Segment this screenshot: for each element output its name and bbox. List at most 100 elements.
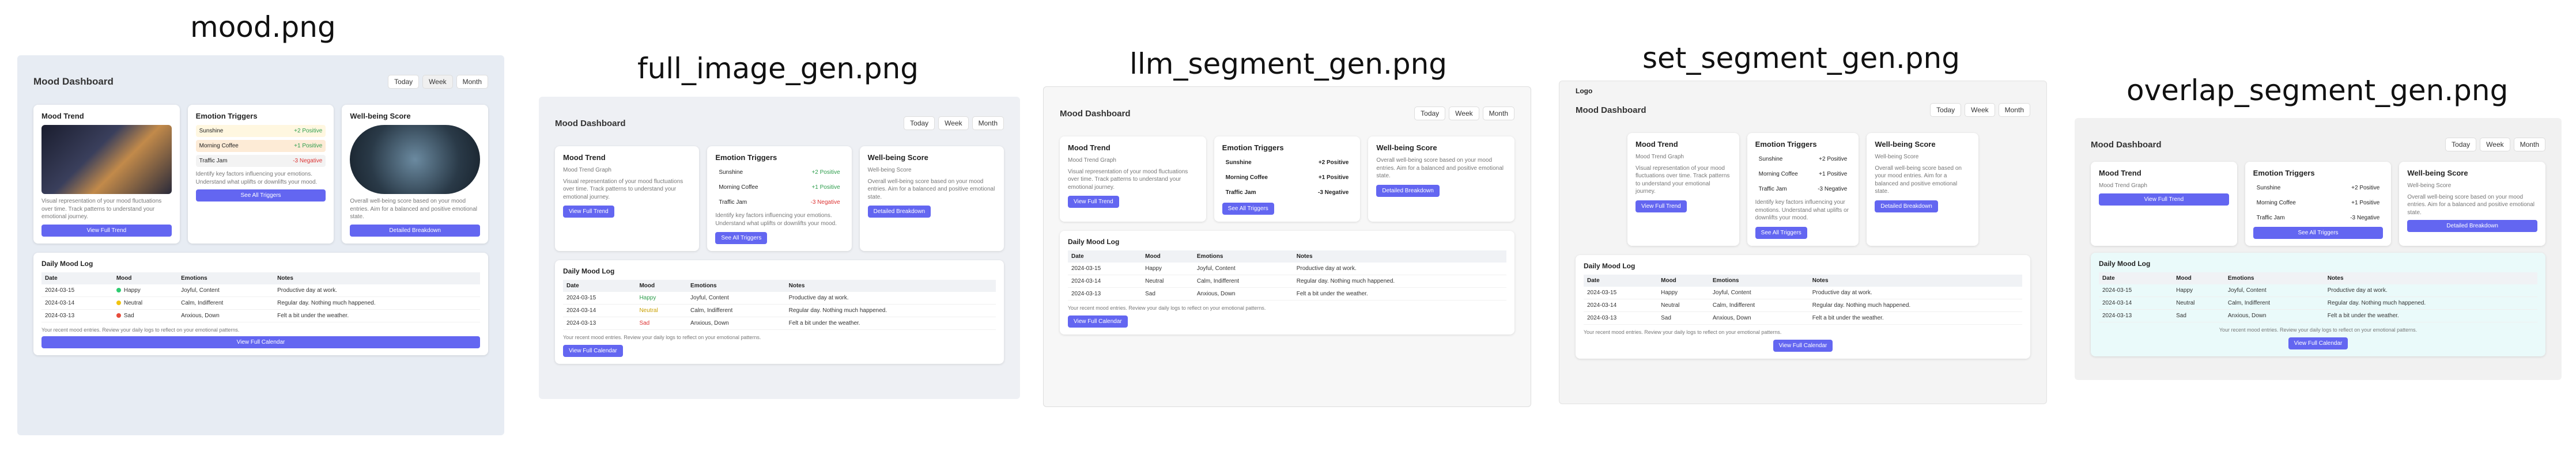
trigger-item: Traffic Jam -3 Negative xyxy=(1225,189,1349,196)
mood-trend-card: Mood Trend Mood Trend Graph Visual repre… xyxy=(555,146,700,251)
breakdown-button[interactable]: Detailed Breakdown xyxy=(350,224,481,237)
view-calendar-button[interactable]: View Full Calendar xyxy=(1068,315,1128,328)
card-title: Mood Trend xyxy=(41,112,84,120)
trigger-item: Morning Coffee +1 Positive xyxy=(195,140,326,152)
view-calendar-button[interactable]: View Full Calendar xyxy=(1773,339,1833,352)
table-row: 2024-03-14 Neutral Calm, Indifferent Regula… xyxy=(1068,275,1506,288)
trigger-item: Traffic Jam -3 Negative xyxy=(195,155,326,167)
table-row: 2024-03-14 Neutral Calm, Indifferent Regula… xyxy=(41,296,480,310)
card-title: Emotion Triggers xyxy=(195,112,258,120)
page-title: Mood Dashboard xyxy=(33,76,114,87)
view-trend-button[interactable]: View Full Trend xyxy=(563,206,614,218)
daily-log: Daily Mood Log Date Mood Emotions Notes 202… xyxy=(1060,231,1514,334)
tab-month[interactable]: Month xyxy=(456,75,488,89)
emotion-triggers-card: Emotion Triggers Sunshine +2 Positive Mor… xyxy=(707,146,852,251)
daily-log: Daily Mood Log Date Mood Emotions Notes 202… xyxy=(555,260,1004,364)
table-row: 2024-03-14 Neutral Calm, Indifferent Regula… xyxy=(2099,296,2537,310)
log-table: Date Mood Emotions Notes 2024-03-15 Happy Joy… xyxy=(1068,250,1506,301)
emotion-triggers-card: Emotion Triggers Sunshine +2 Positive Mor… xyxy=(1214,136,1361,222)
wellbeing-card: Well-being Score Well-being Score Overal… xyxy=(1867,133,1979,246)
logo: Logo xyxy=(1576,87,1593,95)
tab-month[interactable]: Month xyxy=(1998,103,2030,117)
view-calendar-button[interactable]: View Full Calendar xyxy=(41,336,480,348)
table-row: 2024-03-14 Neutral Calm, Indifferent Regula… xyxy=(1584,299,2022,312)
trend-image xyxy=(41,125,172,194)
tab-week[interactable]: Week xyxy=(422,75,453,89)
panel-title-2: full_image_gen.png xyxy=(637,52,919,85)
page-title: Mood Dashboard xyxy=(2091,139,2162,150)
panel-title-1: mood.png xyxy=(190,10,336,44)
trigger-item: Sunshine +2 Positive xyxy=(719,169,840,176)
page-title: Mood Dashboard xyxy=(1576,105,1646,115)
tab-today[interactable]: Today xyxy=(1414,107,1446,120)
table-row: 2024-03-13 Sad Anxious, Down Felt a bit und… xyxy=(563,317,996,330)
breakdown-button[interactable]: Detailed Breakdown xyxy=(1376,184,1440,197)
tab-month[interactable]: Month xyxy=(2513,138,2545,151)
view-trend-button[interactable]: View Full Trend xyxy=(41,224,172,237)
table-row: 2024-03-15 Happy Joyful, Content Productive… xyxy=(2099,284,2537,297)
table-row: 2024-03-15 Happy Joyful, Content Productive… xyxy=(563,292,996,305)
view-trend-button[interactable]: View Full Trend xyxy=(2099,193,2229,206)
tab-today[interactable]: Today xyxy=(388,75,420,89)
wellbeing-card: Well-being Score Overall well-being scor… xyxy=(342,105,489,244)
panel-title-4: set_segment_gen.png xyxy=(1642,41,1960,75)
table-row: 2024-03-15 Happy Joyful, Content Productive… xyxy=(41,284,480,297)
trigger-item: Traffic Jam -3 Negative xyxy=(2256,215,2380,221)
trigger-item: Sunshine +2 Positive xyxy=(1758,156,1848,162)
tab-today[interactable]: Today xyxy=(2445,138,2477,151)
tab-week[interactable]: Week xyxy=(1965,103,1995,117)
trigger-item: Traffic Jam -3 Negative xyxy=(719,199,840,206)
see-triggers-button[interactable]: See All Triggers xyxy=(195,189,326,202)
wellbeing-card: Well-being Score Overall well-being scor… xyxy=(1368,136,1515,222)
emotion-triggers-card: Emotion Triggers Sunshine +2 Positive Mor… xyxy=(187,105,334,244)
mood-trend-card: Mood Trend Mood Trend Graph Visual repre… xyxy=(1060,136,1206,222)
card-title: Well-being Score xyxy=(350,112,411,120)
log-note: Your recent mood entries. Review your da… xyxy=(41,326,240,333)
breakdown-button[interactable]: Detailed Breakdown xyxy=(2407,220,2538,232)
trigger-item: Morning Coffee +1 Positive xyxy=(2256,200,2380,206)
daily-log: Daily Mood Log Date Mood Emotions Notes 202… xyxy=(1576,254,2030,359)
tab-today[interactable]: Today xyxy=(904,116,935,130)
log-table: Date Mood Emotions Notes 2024-03-15 Happy Joy… xyxy=(1584,274,2022,325)
trigger-item: Sunshine +2 Positive xyxy=(1225,159,1349,166)
table-row: 2024-03-15 Happy Joyful, Content Productive… xyxy=(1584,286,2022,299)
image-alt: Well-being Score xyxy=(867,167,912,173)
trigger-item: Sunshine +2 Positive xyxy=(2256,185,2380,191)
trigger-item: Morning Coffee +1 Positive xyxy=(1758,171,1848,177)
panel-set-segment-gen: Logo Mood Dashboard Today Week Month Moo… xyxy=(1559,81,2047,404)
log-title: Daily Mood Log xyxy=(41,259,93,268)
log-table: Date Mood Emotions Notes 2024-03-15 Happy Joy… xyxy=(2099,272,2537,322)
tab-month[interactable]: Month xyxy=(1482,107,1514,120)
see-triggers-button[interactable]: See All Triggers xyxy=(1755,226,1807,239)
card-desc: Identify key factors influencing your em… xyxy=(195,171,318,185)
image-alt: Mood Trend Graph xyxy=(563,167,611,173)
tab-week[interactable]: Week xyxy=(2480,138,2510,151)
trigger-item: Sunshine +2 Positive xyxy=(195,125,326,137)
page-title: Mood Dashboard xyxy=(555,118,626,128)
tab-today[interactable]: Today xyxy=(1930,103,1962,117)
breakdown-button[interactable]: Detailed Breakdown xyxy=(1875,200,1938,212)
trigger-item: Morning Coffee +1 Positive xyxy=(1225,174,1349,181)
emotion-triggers-card: Emotion Triggers Sunshine +2 Positive Mor… xyxy=(1747,133,1859,246)
mood-trend-card: Mood Trend Mood Trend Graph Visual repre… xyxy=(1627,133,1739,246)
mood-trend-card: Mood Trend Visual representation of your… xyxy=(33,105,180,244)
emotion-triggers-card: Emotion Triggers Sunshine +2 Positive Mor… xyxy=(2245,162,2392,246)
breakdown-button[interactable]: Detailed Breakdown xyxy=(867,206,931,218)
tab-week[interactable]: Week xyxy=(1449,107,1479,120)
panel-llm-segment-gen: Mood Dashboard Today Week Month Mood Tre… xyxy=(1043,86,1531,407)
see-triggers-button[interactable]: See All Triggers xyxy=(1222,203,1274,215)
see-triggers-button[interactable]: See All Triggers xyxy=(2253,227,2384,239)
card-desc: Overall well-being score based on your m… xyxy=(350,198,478,220)
tab-week[interactable]: Week xyxy=(938,116,969,130)
view-trend-button[interactable]: View Full Trend xyxy=(1068,196,1119,208)
view-calendar-button[interactable]: View Full Calendar xyxy=(563,345,623,357)
tab-month[interactable]: Month xyxy=(972,116,1004,130)
log-table: Date Mood Emotions Notes 2024-03-15 Happy Joy… xyxy=(41,272,480,322)
log-table: Date Mood Emotions Notes 2024-03-15 Happy Joy… xyxy=(563,280,996,330)
panel-title-5: overlap_segment_gen.png xyxy=(2126,74,2509,107)
see-triggers-button[interactable]: See All Triggers xyxy=(715,232,768,244)
view-calendar-button[interactable]: View Full Calendar xyxy=(2288,337,2348,349)
view-trend-button[interactable]: View Full Trend xyxy=(1636,200,1687,212)
panel-full-image-gen: Mood Dashboard Today Week Month Mood Tre… xyxy=(539,97,1020,399)
daily-log: Daily Mood Log Date Mood Emotions Notes 202… xyxy=(2091,253,2545,356)
